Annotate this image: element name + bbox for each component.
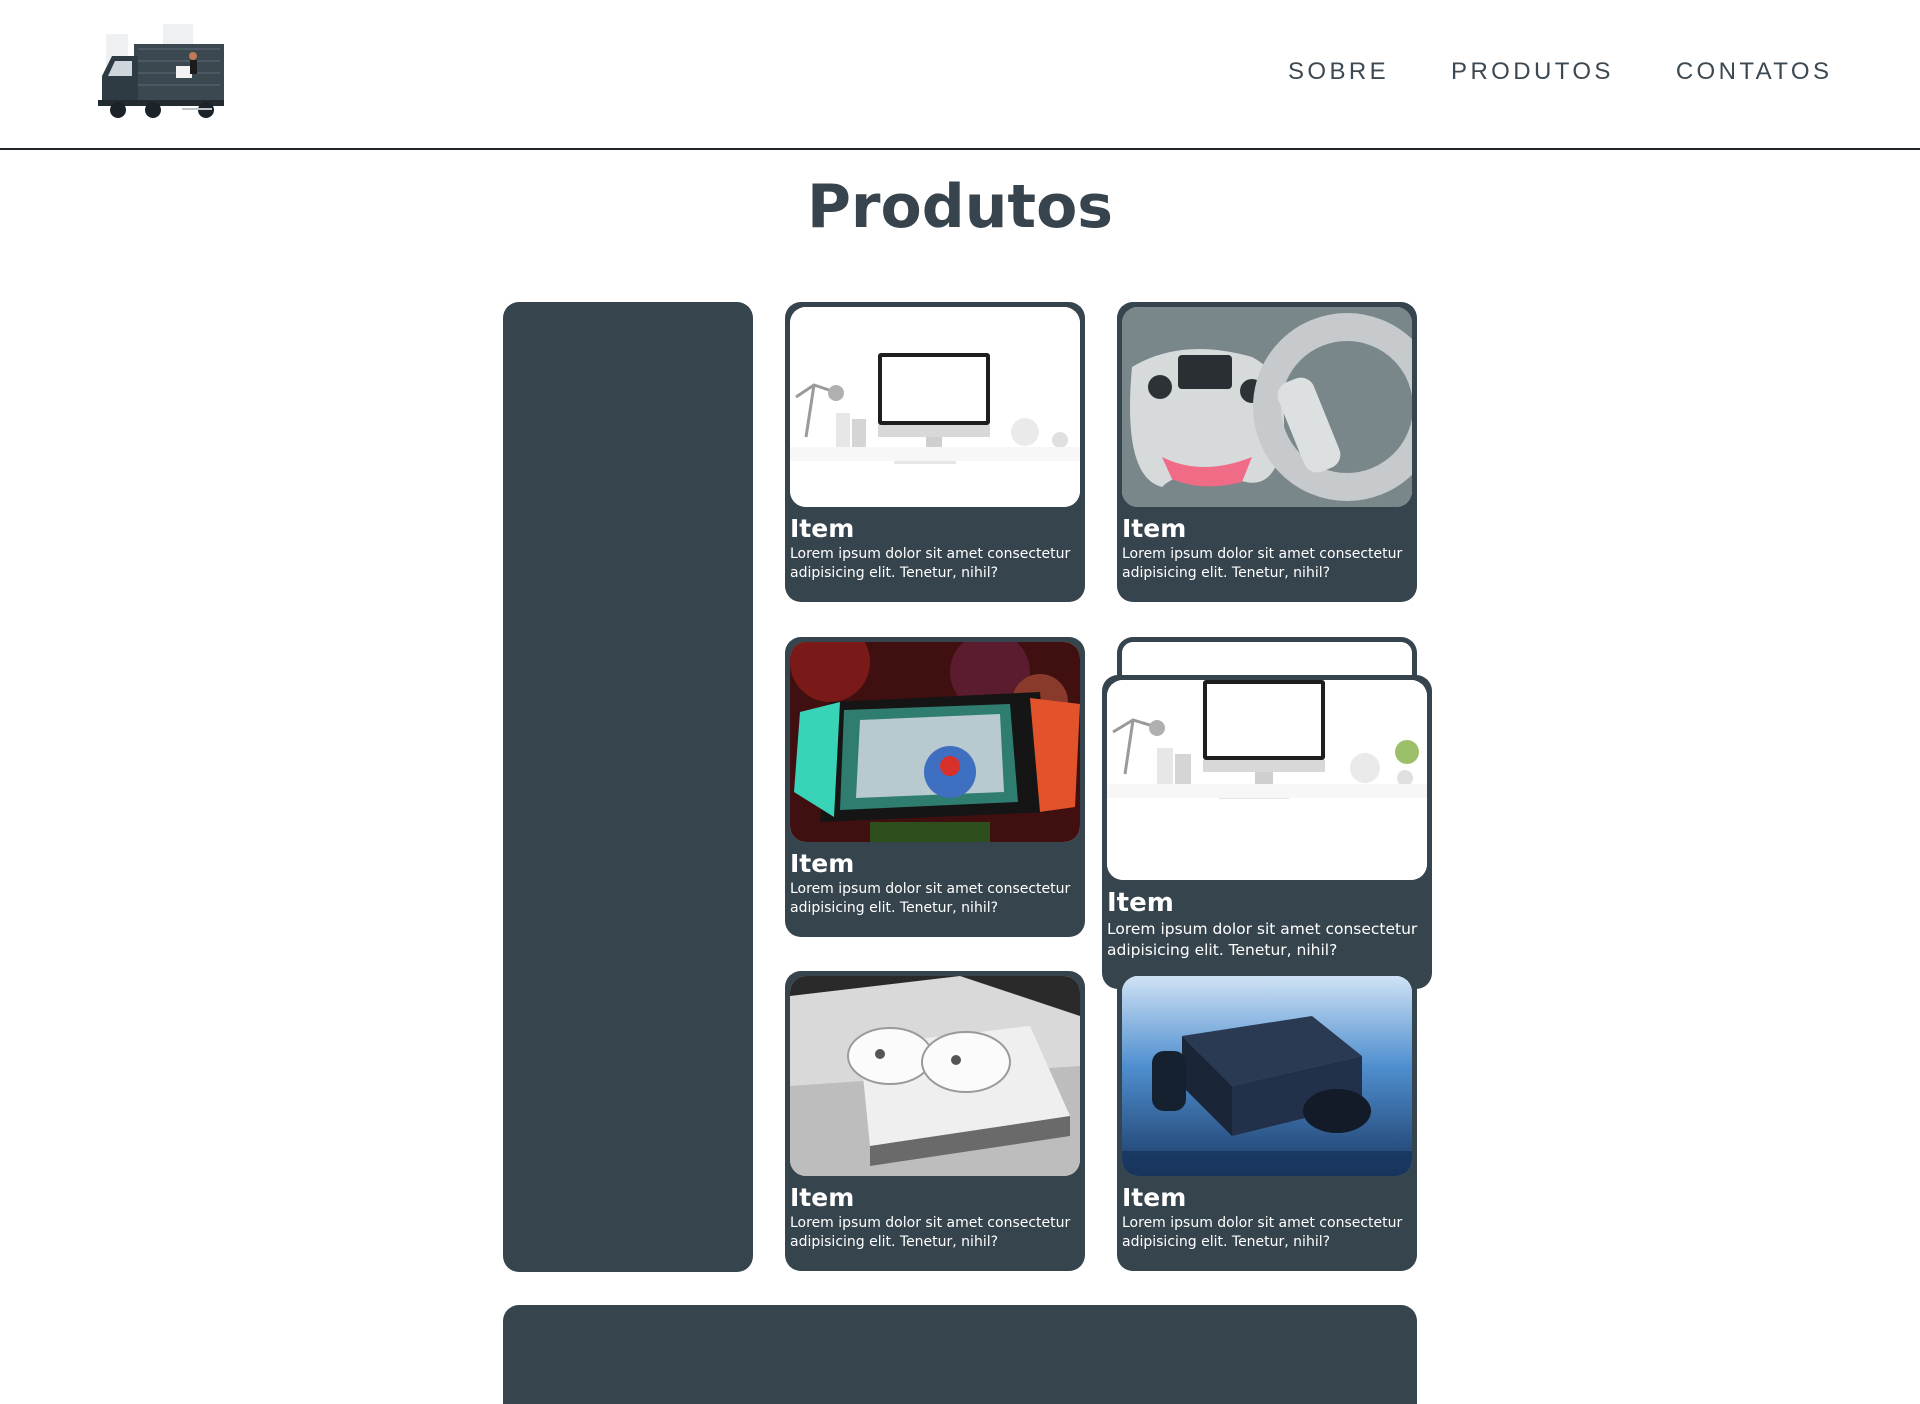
main-nav: SOBRE PRODUTOS CONTATOS [1288, 58, 1832, 86]
product-title: Item [790, 514, 855, 543]
nav-item-contatos[interactable]: CONTATOS [1676, 58, 1833, 86]
product-card[interactable]: Item Lorem ipsum dolor sit amet consecte… [1117, 971, 1417, 1271]
product-card[interactable]: Item Lorem ipsum dolor sit amet consecte… [1117, 302, 1417, 602]
product-image-xbox-white [790, 976, 1080, 1176]
product-description: Lorem ipsum dolor sit amet consectetur a… [1122, 546, 1403, 581]
product-title: Item [1122, 514, 1187, 543]
product-description: Lorem ipsum dolor sit amet consectetur a… [1122, 1215, 1403, 1250]
product-description: Lorem ipsum dolor sit amet consectetur a… [790, 881, 1071, 916]
product-image-xbox-black [1122, 976, 1412, 1176]
header: SOBRE PRODUTOS CONTATOS [0, 0, 1920, 150]
footer-panel [503, 1305, 1417, 1404]
product-description: Lorem ipsum dolor sit amet consectetur a… [1107, 920, 1418, 959]
product-title: Item [790, 1183, 855, 1212]
delivery-truck-logo-icon[interactable] [98, 20, 228, 126]
product-image-nintendo-switch [790, 642, 1080, 842]
sidebar-panel [503, 302, 753, 1272]
page-title: Produtos [806, 172, 1114, 242]
product-card[interactable]: Item Lorem ipsum dolor sit amet consecte… [785, 637, 1085, 937]
product-image-desktop-computer [790, 307, 1080, 507]
product-image-game-controllers [1122, 307, 1412, 507]
product-card[interactable]: Item Lorem ipsum dolor sit amet consecte… [785, 971, 1085, 1271]
product-image-desktop-computer [1107, 680, 1427, 880]
card-hover-outline [1117, 637, 1417, 677]
product-description: Lorem ipsum dolor sit amet consectetur a… [790, 1215, 1071, 1250]
product-title: Item [790, 849, 855, 878]
product-card[interactable]: Item Lorem ipsum dolor sit amet consecte… [1102, 675, 1432, 989]
nav-item-produtos[interactable]: PRODUTOS [1451, 58, 1614, 86]
product-title: Item [1122, 1183, 1187, 1212]
product-card[interactable]: Item Lorem ipsum dolor sit amet consecte… [785, 302, 1085, 602]
product-description: Lorem ipsum dolor sit amet consectetur a… [790, 546, 1071, 581]
nav-item-sobre[interactable]: SOBRE [1288, 58, 1389, 86]
product-title: Item [1107, 888, 1174, 918]
